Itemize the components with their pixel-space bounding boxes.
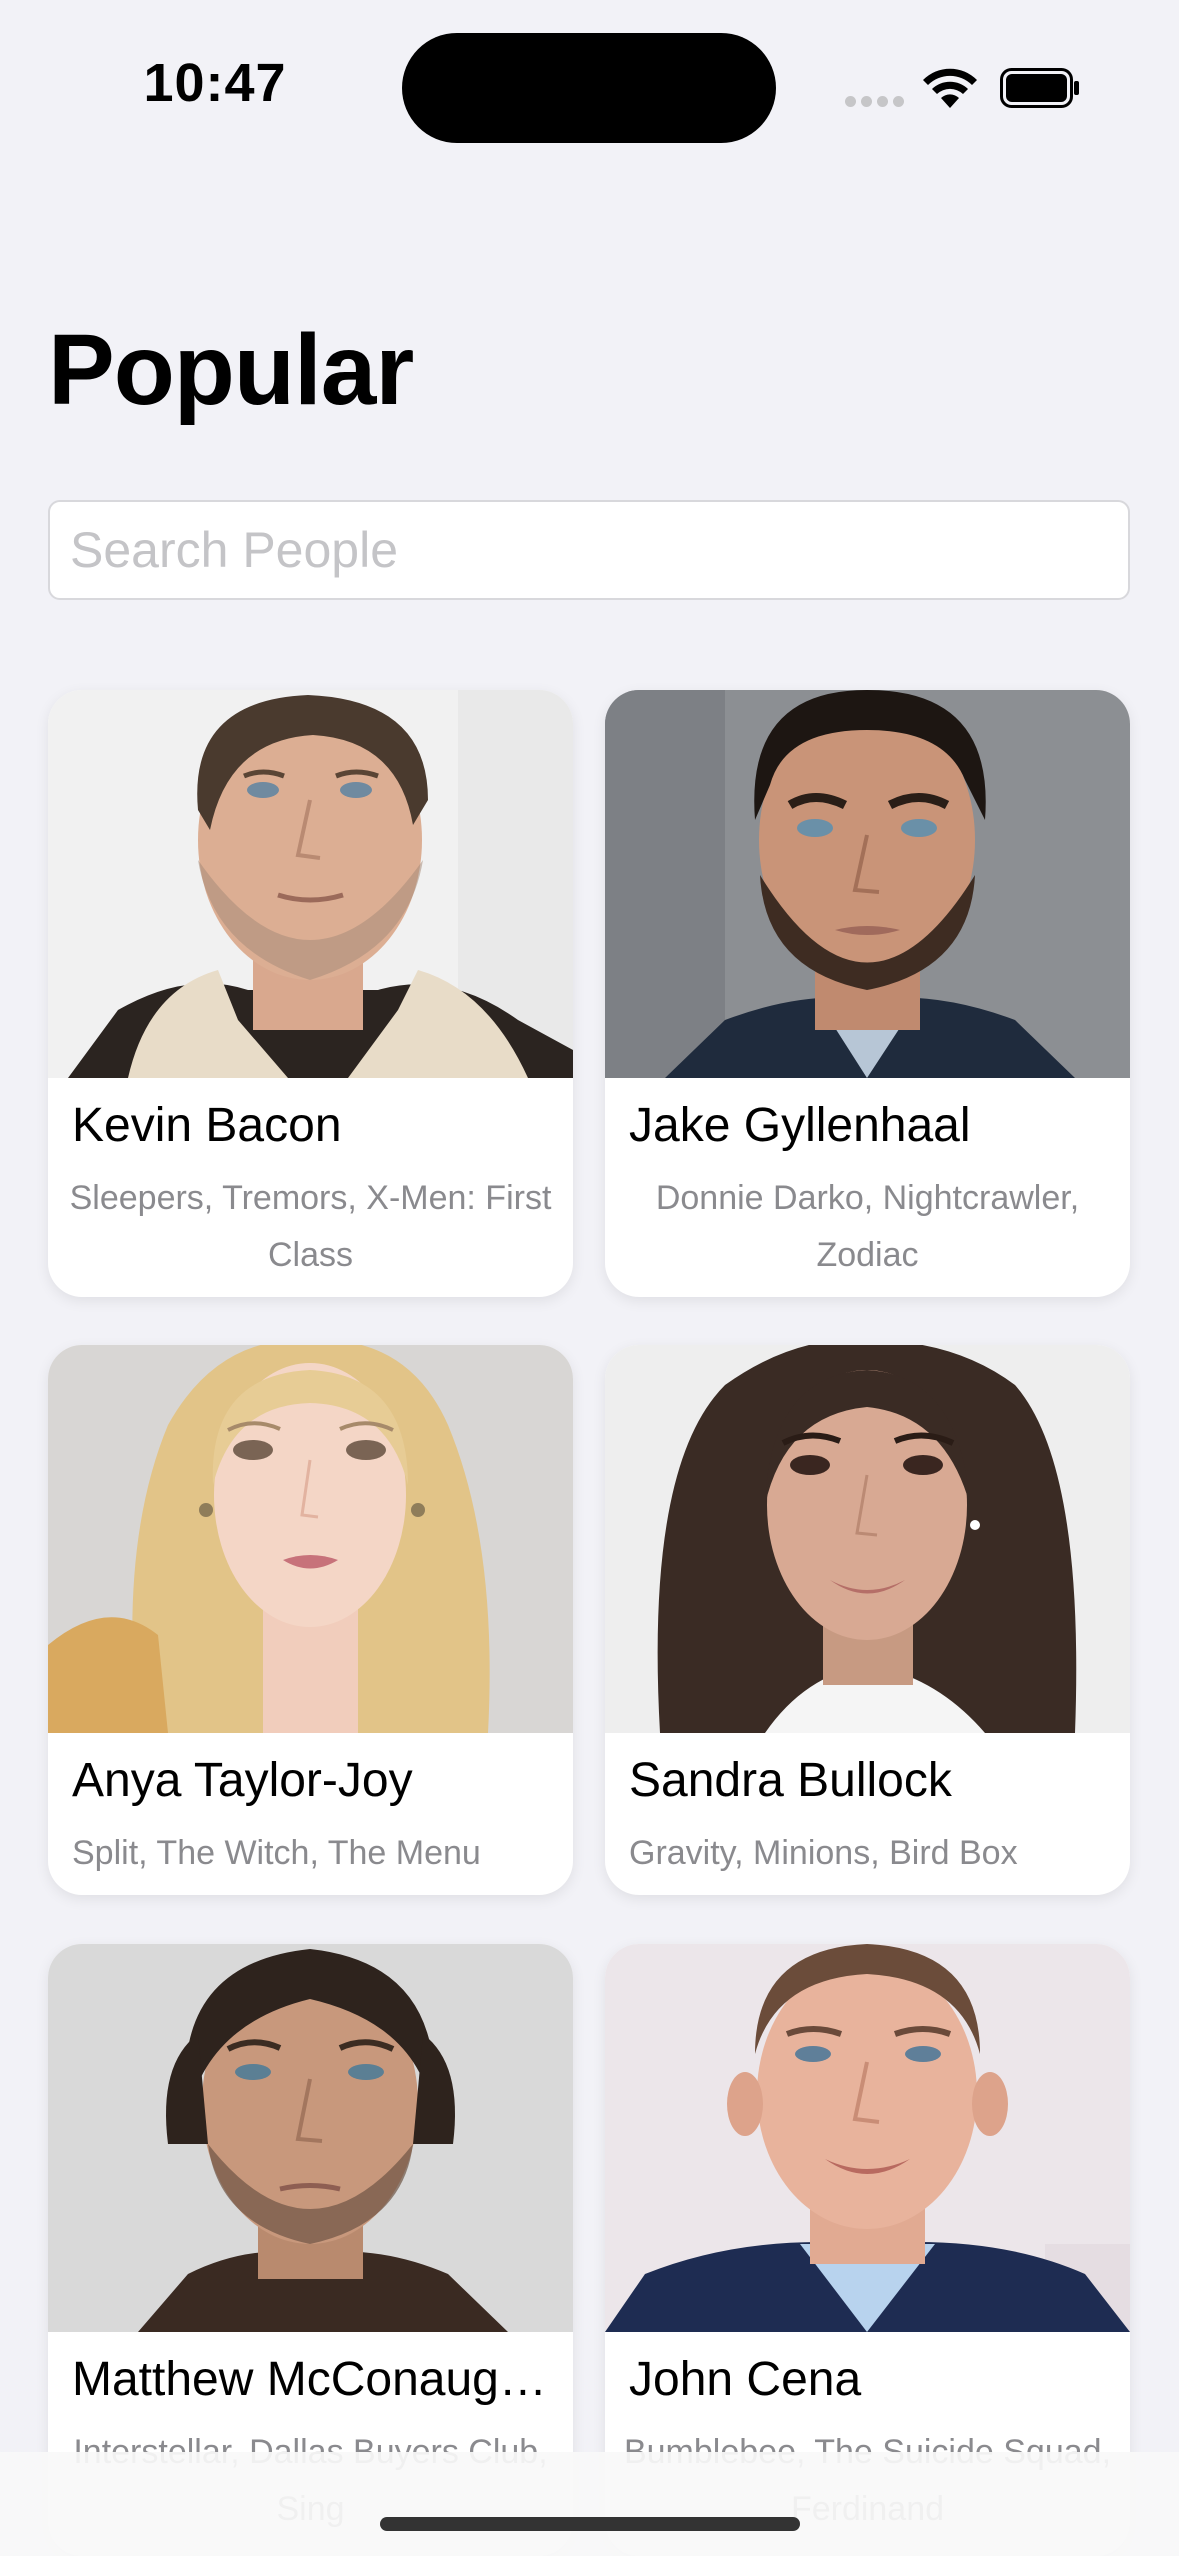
person-photo <box>605 690 1130 1078</box>
person-card[interactable]: Anya Taylor-Joy Split, The Witch, The Me… <box>48 1345 573 1895</box>
person-card[interactable]: Sandra Bullock Gravity, Minions, Bird Bo… <box>605 1345 1130 1895</box>
battery-icon <box>1000 68 1079 108</box>
person-name: Kevin Bacon <box>72 1099 342 1152</box>
person-photo <box>48 1944 573 2332</box>
cellular-signal-icon <box>845 96 905 108</box>
person-card[interactable]: Jake Gyllenhaal Donnie Darko, Nightcrawl… <box>605 690 1130 1297</box>
home-indicator[interactable] <box>380 2517 800 2531</box>
search-people-input[interactable] <box>48 500 1130 600</box>
person-photo <box>605 1944 1130 2332</box>
person-name: Sandra Bullock <box>629 1754 952 1807</box>
dynamic-island <box>402 33 776 143</box>
person-known-for: Donnie Darko, Nightcrawler, Zodiac <box>655 1179 1080 1274</box>
person-known-for: Sleepers, Tremors, X-Men: First Class <box>69 1179 552 1274</box>
person-name: Anya Taylor-Joy <box>72 1754 413 1807</box>
person-name: Jake Gyllenhaal <box>629 1099 971 1152</box>
person-photo <box>48 690 573 1078</box>
person-name: John Cena <box>629 2353 862 2406</box>
person-card[interactable]: Kevin Bacon Sleepers, Tremors, X-Men: Fi… <box>48 690 573 1297</box>
person-photo <box>605 1345 1130 1733</box>
page-title: Popular <box>48 314 414 426</box>
wifi-icon <box>923 68 977 108</box>
person-photo <box>48 1345 573 1733</box>
person-name: Matthew McConaughey <box>72 2353 549 2406</box>
status-time: 10:47 <box>143 53 287 113</box>
person-known-for: Split, The Witch, The Menu <box>72 1834 481 1872</box>
person-known-for: Gravity, Minions, Bird Box <box>629 1834 1018 1872</box>
bottom-bar <box>0 2452 1179 2556</box>
